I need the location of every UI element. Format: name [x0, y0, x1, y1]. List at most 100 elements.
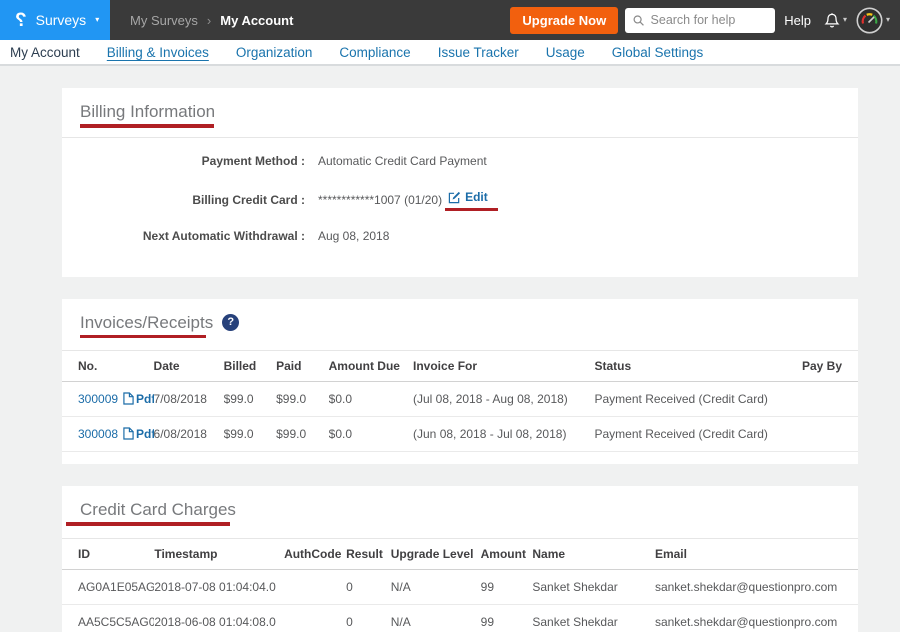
tab-usage[interactable]: Usage	[546, 45, 585, 60]
edit-card-link[interactable]: Edit	[465, 190, 488, 204]
charges-cell-timestamp: 2018-06-08 01:04:08.0	[154, 604, 284, 632]
payment-method-label: Payment Method :	[80, 154, 305, 168]
invoices-cell-paid: $99.0	[276, 416, 329, 451]
charges-cell-email: sanket.shekdar@questionpro.com	[655, 604, 858, 632]
invoices-table: No.DateBilledPaidAmount DueInvoice ForSt…	[62, 350, 858, 452]
column-header-timestamp: Timestamp	[154, 538, 284, 569]
breadcrumb-separator-icon: ›	[207, 13, 211, 28]
help-link[interactable]: Help	[784, 13, 811, 28]
column-header-id: ID	[62, 538, 154, 569]
annotation-underline	[445, 208, 498, 211]
tab-compliance[interactable]: Compliance	[339, 45, 410, 60]
next-withdrawal-label: Next Automatic Withdrawal :	[80, 229, 305, 243]
breadcrumb: My Surveys › My Account	[130, 13, 293, 28]
invoice-row: 300009Pdf7/08/2018$99.0$99.0$0.0(Jul 08,…	[62, 381, 858, 416]
search-icon	[633, 14, 644, 27]
charges-cell-upgrade_level: N/A	[391, 569, 481, 604]
invoices-cell-billed: $99.0	[224, 381, 277, 416]
charges-cell-name: Sanket Shekdar	[532, 569, 655, 604]
charges-cell-authcode	[284, 569, 346, 604]
charges-cell-id: AG0A1E05AG0A	[62, 569, 154, 604]
edit-pencil-icon	[448, 191, 461, 204]
column-header-paid: Paid	[276, 350, 329, 381]
invoices-title-row: Invoices/Receipts ?	[62, 312, 858, 333]
tab-my-account[interactable]: My Account	[10, 45, 80, 60]
next-withdrawal-value: Aug 08, 2018	[318, 229, 389, 243]
invoices-cell-no: 300008 Pdf	[62, 416, 154, 451]
tab-issue-tracker[interactable]: Issue Tracker	[438, 45, 519, 60]
billing-credit-card-row: Billing Credit Card : ************1007 (…	[80, 190, 840, 207]
search-input[interactable]	[651, 13, 768, 27]
payment-method-value: Automatic Credit Card Payment	[318, 154, 487, 168]
credit-card-charges-title: Credit Card Charges	[62, 499, 858, 520]
billing-credit-card-value: ************1007 (01/20)	[318, 193, 442, 207]
invoice-number-link[interactable]: 300008	[78, 427, 118, 441]
invoice-pdf-link[interactable]: Pdf	[136, 392, 153, 406]
billing-credit-card-label: Billing Credit Card :	[80, 193, 305, 207]
billing-info-rows: Payment Method : Automatic Credit Card P…	[62, 138, 858, 243]
bell-icon	[824, 12, 840, 29]
invoices-cell-status: Payment Received (Credit Card)	[595, 381, 794, 416]
charges-cell-amount: 99	[481, 604, 533, 632]
invoice-pdf-link[interactable]: Pdf	[136, 427, 153, 441]
charges-cell-result: 0	[346, 569, 391, 604]
charges-cell-email: sanket.shekdar@questionpro.com	[655, 569, 858, 604]
invoices-cell-date: 6/08/2018	[154, 416, 224, 451]
help-question-icon[interactable]: ?	[222, 314, 239, 331]
billing-information-title: Billing Information	[62, 101, 858, 122]
account-menu[interactable]: ▾	[856, 7, 890, 34]
invoices-receipts-card: Invoices/Receipts ? No.DateBilledPaidAmo…	[62, 299, 858, 464]
charges-cell-amount: 99	[481, 569, 533, 604]
charge-row: AA5C5C5AG0A2018-06-08 01:04:08.00N/A99Sa…	[62, 604, 858, 632]
invoices-header-row: No.DateBilledPaidAmount DueInvoice ForSt…	[62, 350, 858, 381]
main-content: Billing Information Payment Method : Aut…	[0, 66, 900, 632]
edit-card-action[interactable]: Edit	[448, 190, 488, 204]
app-root: ? Surveys ▾ My Surveys › My Account Upgr…	[0, 0, 900, 632]
column-header-status: Status	[595, 350, 794, 381]
invoices-cell-invoice_for: (Jun 08, 2018 - Jul 08, 2018)	[413, 416, 594, 451]
pdf-icon	[123, 427, 134, 440]
charges-cell-timestamp: 2018-07-08 01:04:04.0	[154, 569, 284, 604]
notifications-button[interactable]: ▾	[824, 12, 847, 29]
charges-cell-id: AA5C5C5AG0A	[62, 604, 154, 632]
avatar	[856, 7, 883, 34]
pdf-icon	[123, 392, 134, 405]
charges-cell-result: 0	[346, 604, 391, 632]
tab-global-settings[interactable]: Global Settings	[612, 45, 704, 60]
charges-cell-authcode	[284, 604, 346, 632]
invoices-cell-amount_due: $0.0	[329, 381, 413, 416]
invoices-cell-no: 300009 Pdf	[62, 381, 154, 416]
column-header-date: Date	[154, 350, 224, 381]
column-header-upgrade-level: Upgrade Level	[391, 538, 481, 569]
column-header-no: No.	[62, 350, 154, 381]
column-header-invoice-for: Invoice For	[413, 350, 594, 381]
billing-information-card: Billing Information Payment Method : Aut…	[62, 88, 858, 277]
credit-card-charges-card: Credit Card Charges IDTimestampAuthCodeR…	[62, 486, 858, 632]
header-actions: Upgrade Now Help ▾	[510, 7, 900, 34]
breadcrumb-parent[interactable]: My Surveys	[130, 13, 198, 28]
column-header-billed: Billed	[224, 350, 277, 381]
account-nav-tabs: My Account Billing & Invoices Organization…	[0, 40, 900, 66]
column-header-email: Email	[655, 538, 858, 569]
invoice-number-link[interactable]: 300009	[78, 392, 118, 406]
invoices-cell-status: Payment Received (Credit Card)	[595, 416, 794, 451]
invoices-cell-pay_by	[794, 416, 859, 451]
invoices-cell-billed: $99.0	[224, 416, 277, 451]
tab-organization[interactable]: Organization	[236, 45, 313, 60]
breadcrumb-current: My Account	[220, 13, 293, 28]
product-name: Surveys	[36, 12, 87, 28]
help-search-box[interactable]	[625, 8, 775, 33]
invoice-row: 300008Pdf6/08/2018$99.0$99.0$0.0(Jun 08,…	[62, 416, 858, 451]
invoices-cell-paid: $99.0	[276, 381, 329, 416]
charges-cell-upgrade_level: N/A	[391, 604, 481, 632]
charge-row: AG0A1E05AG0A2018-07-08 01:04:04.0 0N/A99S…	[62, 569, 858, 604]
column-header-result: Result	[346, 538, 391, 569]
upgrade-now-button[interactable]: Upgrade Now	[510, 7, 618, 34]
annotation-underline	[66, 522, 230, 526]
column-header-amount: Amount	[481, 538, 533, 569]
annotation-underline	[80, 124, 214, 128]
tab-billing-invoices[interactable]: Billing & Invoices	[107, 45, 209, 60]
column-header-amount-due: Amount Due	[329, 350, 413, 381]
invoices-cell-amount_due: $0.0	[329, 416, 413, 451]
product-switcher[interactable]: ? Surveys ▾	[0, 0, 110, 40]
